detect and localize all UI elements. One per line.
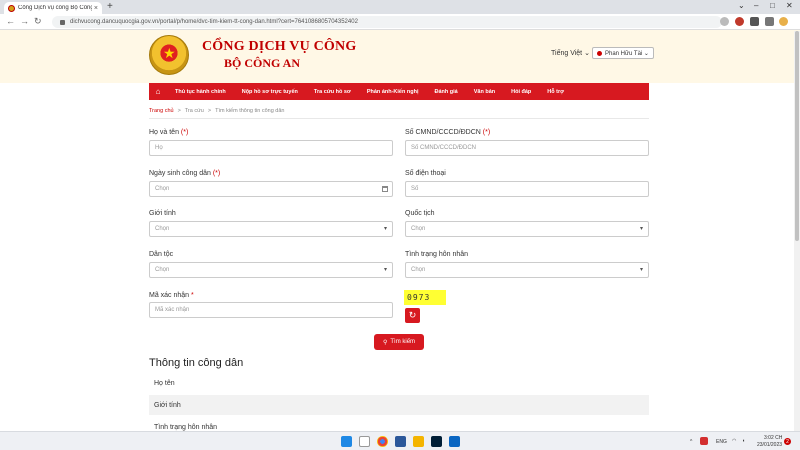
chrome-icon[interactable] [377, 436, 388, 447]
divider [149, 118, 649, 119]
star-icon: ★ [163, 45, 176, 61]
reload-icon[interactable]: ↻ [34, 16, 42, 27]
sidebar-icon[interactable] [765, 17, 774, 26]
minimize-icon[interactable]: – [754, 1, 758, 10]
gender-label: Giới tính [149, 210, 176, 217]
main-nav: ⌂ Thủ tục hành chính Nộp hồ sơ trực tuyế… [149, 83, 649, 100]
forward-icon[interactable]: → [20, 16, 29, 27]
site-subtitle: BỘ CÔNG AN [224, 56, 301, 70]
tray-chevron-icon[interactable]: ^ [690, 439, 692, 445]
scrollbar-thumb[interactable] [795, 31, 799, 241]
tab-title: Cổng Dịch vụ công Bộ Công An [18, 5, 92, 11]
marital-status-label: Tình trạng hôn nhân [405, 251, 469, 258]
nav-item-submit-online[interactable]: Nộp hồ sơ trực tuyến [234, 89, 306, 95]
breadcrumb-current: Tìm kiếm thông tin công dân [215, 108, 285, 114]
user-icon [597, 50, 602, 56]
refresh-captcha-button[interactable]: ↻ [405, 308, 420, 323]
share-icon[interactable] [720, 17, 729, 26]
search-button[interactable]: ⚲ Tìm kiếm [374, 334, 424, 350]
antivirus-tray-icon[interactable] [700, 437, 708, 445]
full-name-label: Họ và tên (*) [149, 129, 189, 136]
dob-input[interactable]: Chọn [149, 181, 393, 197]
clock-time[interactable]: 3:02 CH [764, 435, 782, 441]
lock-icon [60, 19, 65, 25]
marital-status-select[interactable]: Chọn ▾ [405, 262, 649, 278]
wifi-icon[interactable]: ◠ [732, 438, 736, 444]
browser-tab-bar: Cổng Dịch vụ công Bộ Công An × + ⌄ – □ ✕ [0, 0, 800, 14]
app-icon[interactable] [449, 436, 460, 447]
result-row-gender: Giới tính [149, 395, 649, 415]
site-favicon-icon [8, 4, 15, 12]
site-header: ★ CỔNG DỊCH VỤ CÔNG BỘ CÔNG AN Tiếng Việ… [0, 30, 800, 83]
site-title: CỔNG DỊCH VỤ CÔNG [202, 39, 357, 54]
ethnicity-label: Dân tộc [149, 251, 174, 258]
phone-label: Số điện thoại [405, 170, 446, 177]
browser-toolbar: ← → ↻ dichvucong.dancuquocgia.gov.vn/por… [0, 14, 800, 30]
gender-select[interactable]: Chọn ▾ [149, 221, 393, 237]
clock-date[interactable]: 23/01/2023 [757, 442, 782, 448]
breadcrumb-separator: > [207, 108, 212, 114]
address-bar[interactable]: dichvucong.dancuquocgia.gov.vn/portal/p/… [52, 16, 722, 28]
close-window-icon[interactable]: ✕ [786, 1, 793, 10]
back-icon[interactable]: ← [6, 16, 15, 27]
calendar-icon[interactable] [382, 186, 388, 192]
breadcrumb: Trang chủ > Tra cứu > Tìm kiếm thông tin… [149, 108, 284, 114]
result-row-name: Họ tên [154, 379, 175, 387]
nav-item-lookup[interactable]: Tra cứu hồ sơ [306, 89, 359, 95]
chevron-down-icon: ▾ [639, 267, 643, 273]
captcha-image: 0973 [404, 290, 446, 305]
search-button-label: Tìm kiếm [390, 339, 416, 345]
id-number-input[interactable]: Số CMND/CCCD/ĐDCN [405, 140, 649, 156]
id-number-label: Số CMND/CCCD/ĐDCN (*) [405, 129, 491, 136]
chevron-down-icon: ▾ [639, 226, 643, 232]
nav-item-procedures[interactable]: Thủ tục hành chính [167, 89, 234, 95]
file-explorer-icon[interactable] [413, 436, 424, 447]
new-tab-button[interactable]: + [107, 2, 113, 12]
close-tab-icon[interactable]: × [94, 5, 98, 12]
extensions-puzzle-icon[interactable] [750, 17, 759, 26]
chevron-down-icon: ▾ [383, 226, 387, 232]
extension-shield-icon[interactable] [735, 17, 744, 26]
user-name: Phan Hữu Tài ⌄ [605, 50, 649, 57]
language-indicator[interactable]: ENG [716, 439, 727, 445]
edge-icon[interactable] [395, 436, 406, 447]
breadcrumb-lookup[interactable]: Tra cứu [185, 108, 204, 114]
nav-item-support[interactable]: Hỗ trợ [539, 89, 572, 95]
home-icon[interactable]: ⌂ [149, 83, 167, 100]
nav-item-rating[interactable]: Đánh giá [426, 89, 465, 95]
nav-item-feedback[interactable]: Phản ánh-Kiến nghị [359, 89, 427, 95]
url-text: dichvucong.dancuquocgia.gov.vn/portal/p/… [70, 19, 358, 25]
results-title: Thông tin công dân [149, 357, 244, 369]
police-emblem-logo: ★ [149, 35, 189, 75]
phone-input[interactable]: Số [405, 181, 649, 197]
nav-item-faq[interactable]: Hỏi đáp [503, 89, 539, 95]
ethnicity-select[interactable]: Chọn ▾ [149, 262, 393, 278]
captcha-label: Mã xác nhận * [149, 292, 194, 299]
search-icon[interactable] [359, 436, 370, 447]
volume-icon[interactable]: ◖ [742, 438, 745, 444]
nationality-label: Quốc tịch [405, 210, 435, 217]
chevron-down-icon[interactable]: ⌄ [738, 1, 745, 10]
result-row-marital: Tình trạng hôn nhân [154, 424, 218, 431]
dob-label: Ngày sinh công dân (*) [149, 170, 221, 177]
breadcrumb-home[interactable]: Trang chủ [149, 108, 174, 114]
captcha-input[interactable]: Mã xác nhận [149, 302, 393, 318]
photoshop-icon[interactable] [431, 436, 442, 447]
user-menu-button[interactable]: Phan Hữu Tài ⌄ [592, 47, 654, 59]
notification-badge[interactable]: 2 [784, 438, 791, 445]
windows-start-icon[interactable] [341, 436, 352, 447]
maximize-icon[interactable]: □ [770, 1, 775, 10]
profile-avatar-icon[interactable] [779, 17, 788, 26]
full-name-input[interactable]: Họ [149, 140, 393, 156]
breadcrumb-separator: > [177, 108, 181, 114]
nationality-select[interactable]: Chọn ▾ [405, 221, 649, 237]
taskbar: ^ ENG ◠ ◖ 3:02 CH 23/01/2023 2 [0, 431, 800, 450]
search-icon: ⚲ [382, 339, 388, 346]
chevron-down-icon: ▾ [383, 267, 387, 273]
nav-item-documents[interactable]: Văn bản [466, 89, 503, 95]
browser-tab[interactable]: Cổng Dịch vụ công Bộ Công An × [4, 2, 102, 14]
language-selector[interactable]: Tiếng Việt ⌄ [551, 49, 590, 57]
refresh-icon: ↻ [408, 310, 417, 320]
